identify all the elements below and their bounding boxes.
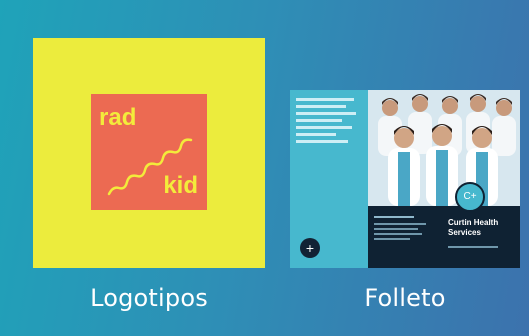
- logo-word-kid: kid: [163, 172, 198, 199]
- brochure-subtitle-placeholder: [448, 246, 514, 248]
- logo-word-rad: rad: [99, 104, 137, 131]
- rad-kid-logo: rad kid: [91, 94, 207, 210]
- brochure-body-text-placeholder: [296, 98, 362, 147]
- logos-template-card[interactable]: rad kid: [33, 38, 265, 268]
- brand-badge: C+: [455, 182, 485, 212]
- brochure-info-text-placeholder: [374, 216, 432, 243]
- brochure-template-card[interactable]: + C+ Curtin Health Services: [290, 90, 520, 268]
- logos-card-label[interactable]: Logotipos: [33, 284, 265, 312]
- doctors-team-photo: [368, 90, 520, 206]
- brochure-card-label[interactable]: Folleto: [290, 284, 520, 312]
- brochure-left-panel: +: [290, 90, 368, 268]
- brochure-title: Curtin Health Services: [448, 218, 499, 237]
- plus-icon: +: [300, 238, 320, 258]
